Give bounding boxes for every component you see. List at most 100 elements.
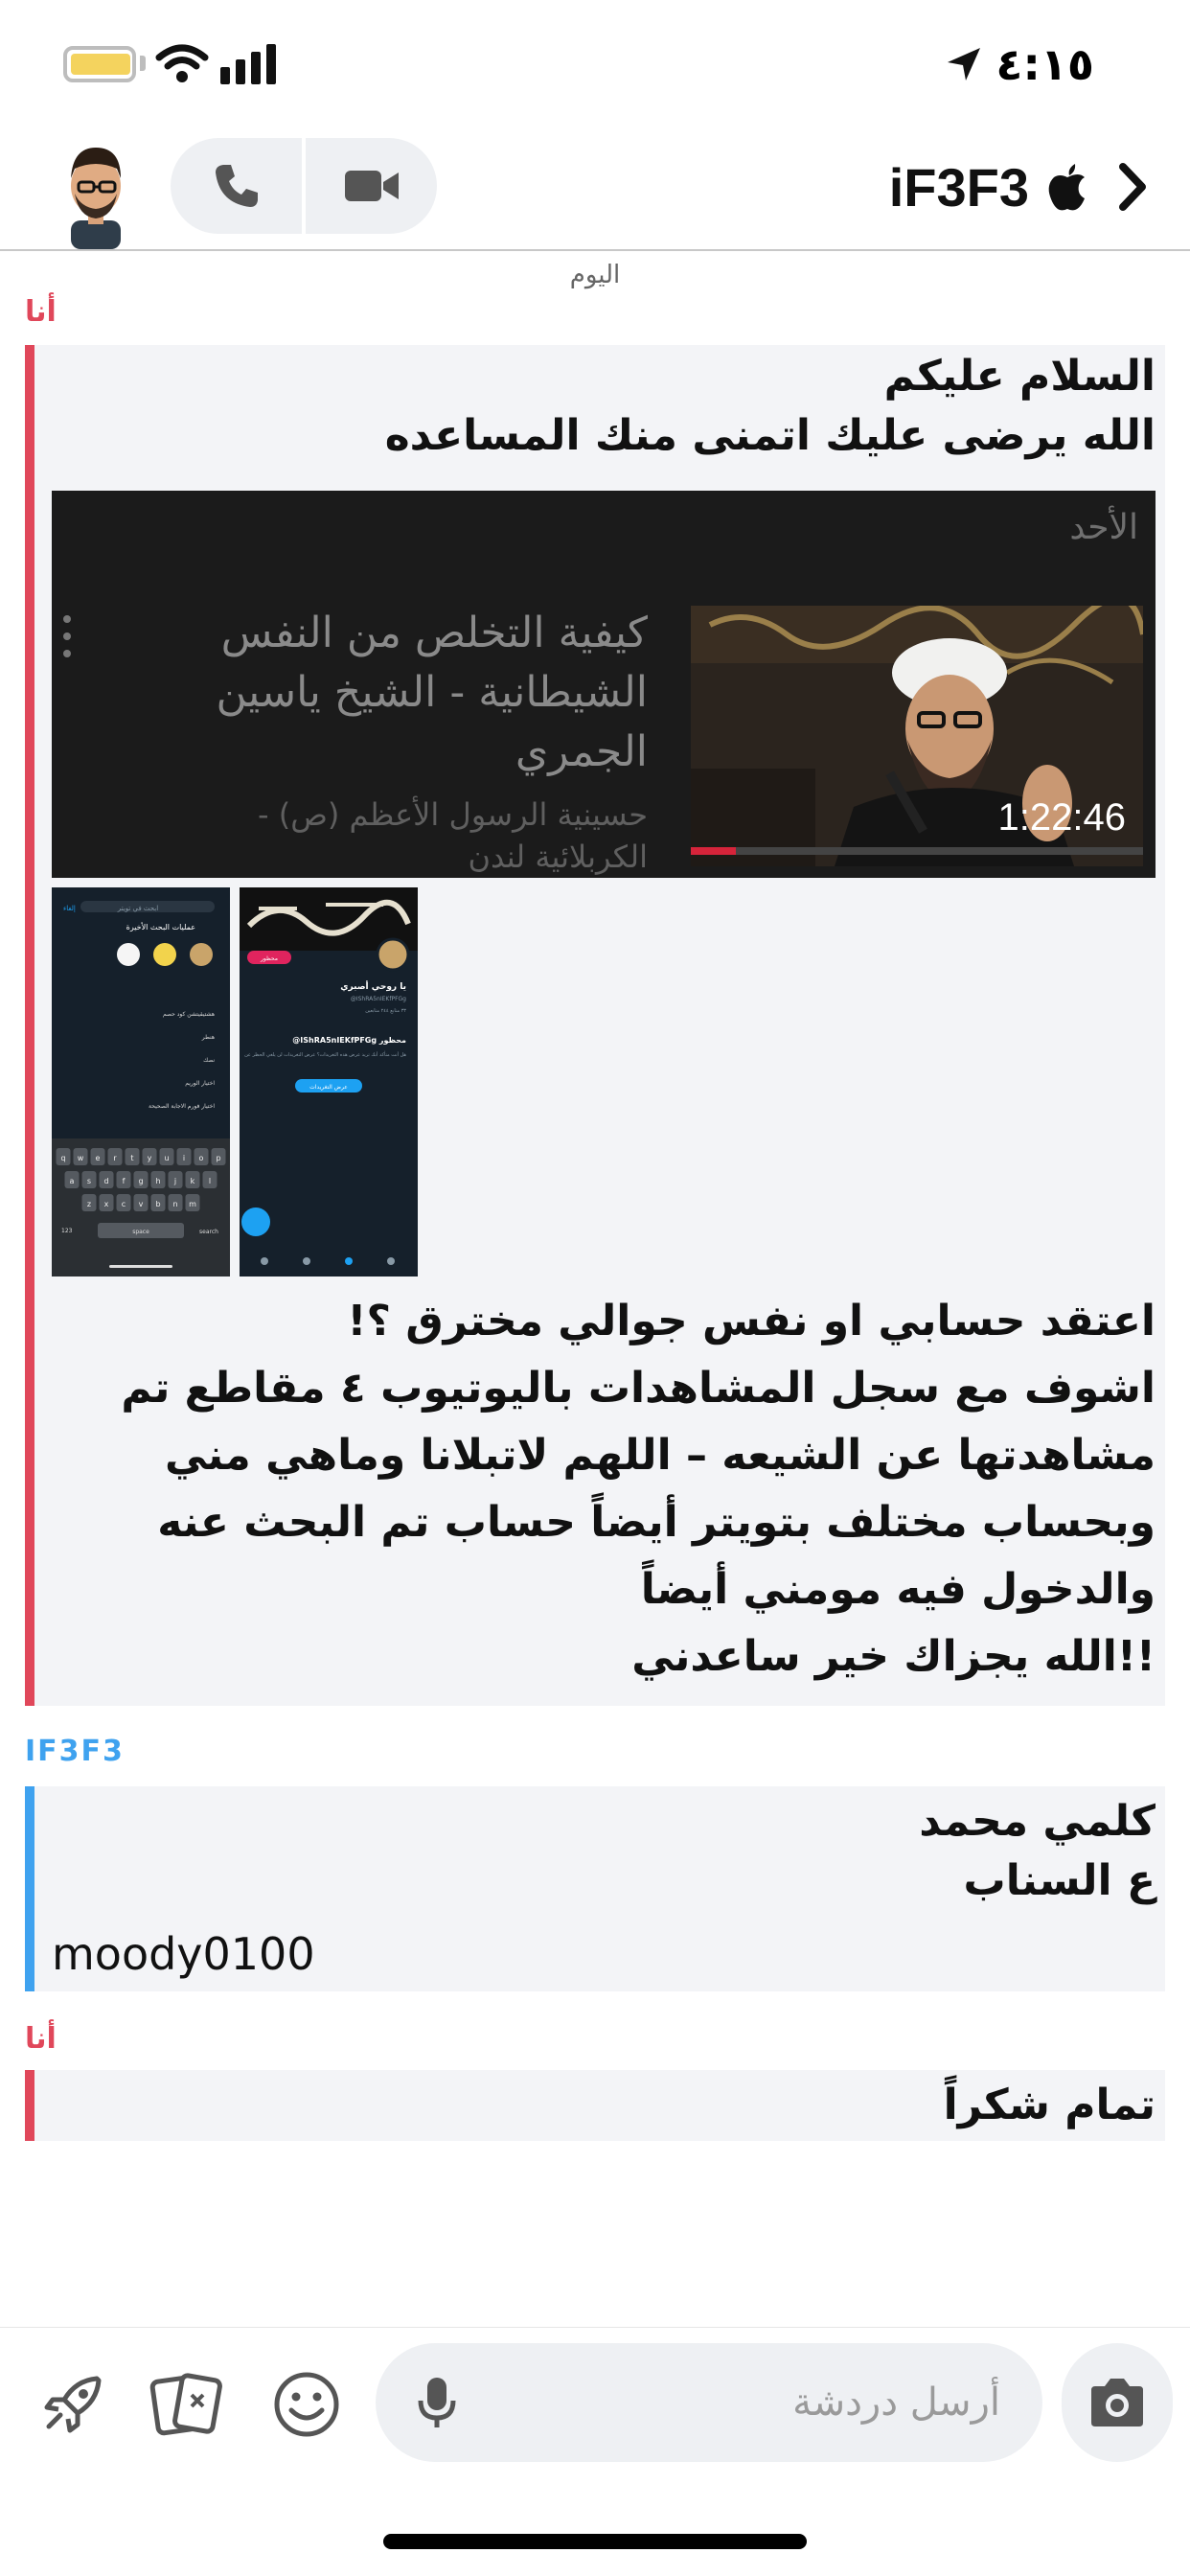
compose-tweet-fab <box>241 1208 270 1236</box>
camera-button[interactable] <box>1062 2343 1173 2462</box>
svg-text:v: v <box>139 1200 144 1208</box>
keyboard-key: h <box>150 1171 166 1188</box>
svg-text:k: k <box>191 1177 195 1185</box>
message-text[interactable]: تمام شكراً <box>944 2076 1156 2135</box>
chevron-right-icon[interactable] <box>1113 161 1152 213</box>
bitmoji-avatar[interactable] <box>50 136 142 249</box>
chat-input[interactable]: أرسل دردشة <box>376 2343 1042 2462</box>
message-line: ع السناب <box>963 1856 1156 1905</box>
video-duration: 1:22:46 <box>997 796 1126 839</box>
location-arrow-icon <box>948 48 981 80</box>
keyboard-key: p <box>211 1148 226 1165</box>
shot1-row: اختيار الوريم <box>185 1080 215 1087</box>
svg-text:s: s <box>87 1177 91 1185</box>
shot2-blocked-badge: محظور <box>260 955 278 962</box>
keyboard-key: y <box>142 1148 157 1165</box>
rocket-button[interactable] <box>33 2364 113 2445</box>
shot2-handle: @IShRA5nIEKfPFGg <box>351 996 406 1002</box>
chat-input-placeholder: أرسل دردشة <box>792 2380 1000 2425</box>
keyboard-key: a <box>64 1171 80 1188</box>
svg-text:p: p <box>216 1154 220 1162</box>
keyboard-key: q <box>56 1148 71 1165</box>
keyboard-key: k <box>185 1171 200 1188</box>
sender-label-me: أنا <box>25 2022 57 2056</box>
svg-text:w: w <box>78 1154 84 1162</box>
keyboard-key: u <box>159 1148 174 1165</box>
svg-text:a: a <box>70 1177 75 1185</box>
battery-nub <box>140 56 146 71</box>
more-options-icon <box>63 615 71 657</box>
mic-icon[interactable] <box>418 2376 456 2431</box>
call-button-group <box>171 138 437 234</box>
youtube-title-line: الشيطانية - الشيخ ياسين <box>216 668 648 717</box>
twitter-search-screenshot[interactable]: ابحث في تويتر إلغاء عمليات البحث الأخيرة… <box>52 887 230 1276</box>
keyboard-key: j <box>168 1171 183 1188</box>
shot1-cancel: إلغاء <box>63 905 76 912</box>
shot1-row: هشتيقيتشن كود حصم <box>163 1011 215 1018</box>
shot2-view-button: عرض التغريدات <box>309 1084 348 1091</box>
svg-text:q: q <box>60 1154 65 1162</box>
shot1-search-placeholder: ابحث في تويتر <box>117 905 158 912</box>
message-line: السلام عليكم <box>883 352 1156 401</box>
svg-text:h: h <box>155 1177 160 1185</box>
message-line: !!الله يجزاك خير ساعدني <box>631 1632 1156 1681</box>
message-text[interactable]: كلمي محمد ع السناب <box>919 1792 1156 1911</box>
svg-text:l: l <box>209 1177 211 1185</box>
youtube-title-line: كيفية التخلص من النفس <box>220 609 648 657</box>
sender-bar-me <box>25 345 34 1706</box>
shot2-stats: ٣٣ متابع ٢٤٤ متابعين <box>365 1008 406 1014</box>
keyboard-key: e <box>90 1148 105 1165</box>
keyboard-key: l <box>202 1171 217 1188</box>
message-text[interactable]: السلام عليكم الله يرضى عليك اتمنى منك ال… <box>385 347 1156 466</box>
cards-button[interactable] <box>146 2364 226 2445</box>
youtube-history-screenshot[interactable]: الأحد كيفية التخلص من النفس الشيطانية - … <box>52 491 1156 878</box>
keyboard-key: c <box>116 1194 131 1211</box>
message-line: تمام شكراً <box>943 2081 1156 2129</box>
svg-text:o: o <box>199 1154 204 1162</box>
svg-text:d: d <box>103 1177 108 1185</box>
emoji-button[interactable] <box>266 2364 347 2445</box>
sender-label-me: أنا <box>25 295 57 329</box>
youtube-title-line: الجمري <box>515 727 648 776</box>
shot1-row: اختيار فورم الاجابة الصحيحة <box>149 1103 215 1110</box>
keyboard-key: w <box>73 1148 88 1165</box>
cards-icon <box>149 2373 222 2436</box>
svg-text:n: n <box>172 1200 177 1208</box>
sender-bar-them <box>25 1786 34 1991</box>
status-time: ٤:١٥ <box>995 38 1094 90</box>
message-line: اشوف مع سجل المشاهدات باليوتيوب ٤ مقاطع … <box>121 1364 1156 1413</box>
svg-text:e: e <box>96 1154 101 1162</box>
day-separator: اليوم <box>569 261 621 289</box>
camera-icon <box>1091 2379 1143 2426</box>
chat-header: iF3F3 <box>0 125 1190 251</box>
phone-icon <box>215 165 258 207</box>
svg-text:m: m <box>189 1200 196 1208</box>
svg-text:y: y <box>148 1154 152 1162</box>
voice-call-button[interactable] <box>171 138 302 234</box>
message-line: وبحساب مختلف بتويتر أيضاً حساب تم البحث … <box>157 1498 1156 1547</box>
smiley-icon <box>274 2372 339 2437</box>
youtube-day-label: الأحد <box>1069 508 1138 547</box>
shot1-row: نصك <box>203 1057 215 1064</box>
svg-text:b: b <box>155 1200 160 1208</box>
apple-icon <box>1048 164 1085 211</box>
keyboard-key: i <box>176 1148 192 1165</box>
keyboard-key: r <box>107 1148 123 1165</box>
chat-title-group[interactable]: iF3F3 <box>889 142 1152 232</box>
keyboard-key: o <box>194 1148 209 1165</box>
shot2-blocked-desc: هل أنت متأكد أنك تريد عرض هذه التغريدات؟… <box>244 1050 406 1058</box>
keyboard-key: b <box>150 1194 166 1211</box>
cellular-signal-icon <box>220 44 276 84</box>
svg-text:t: t <box>130 1154 133 1162</box>
watch-progress-fill <box>691 847 737 855</box>
svg-text:j: j <box>173 1177 176 1185</box>
watch-progress-bar <box>691 847 1143 855</box>
snapchat-username[interactable]: moody0100 <box>52 1928 315 1980</box>
message-text[interactable]: اعتقد حسابي او نفس جوالي مخترق ؟! اشوف م… <box>121 1288 1156 1690</box>
svg-text:c: c <box>122 1200 126 1208</box>
shot2-name: يا روحي أصبري <box>340 980 406 992</box>
keyboard-key: g <box>133 1171 149 1188</box>
video-call-button[interactable] <box>306 138 437 234</box>
youtube-video-title: كيفية التخلص من النفس الشيطانية - الشيخ … <box>188 604 648 782</box>
shot1-num-key: 123 <box>61 1228 73 1234</box>
